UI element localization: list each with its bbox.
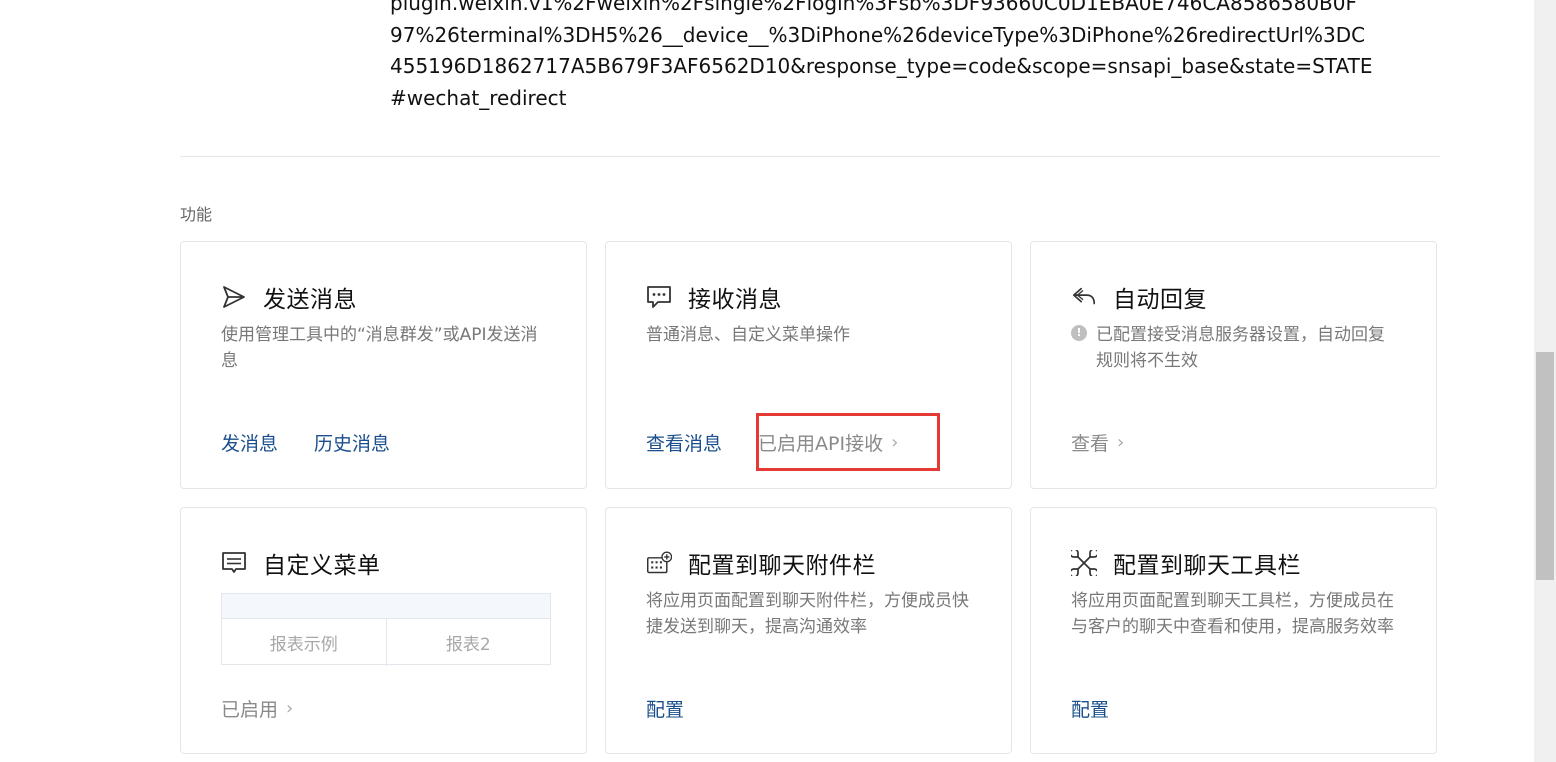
menu-enabled-link[interactable]: 已启用 › — [221, 695, 293, 722]
card-description: 将应用页面配置到聊天工具栏，方便成员在与客户的聊天中查看和使用，提高服务效率 — [1071, 591, 1394, 637]
section-label-features: 功能 — [180, 205, 213, 224]
url-line: #wechat_redirect — [390, 85, 567, 110]
card-title: 接收消息 — [688, 287, 782, 313]
chat-bubble-icon — [646, 284, 672, 310]
card-title: 发送消息 — [263, 287, 357, 313]
url-line: 455196D1862717A5B679F3AF6562D10&response… — [390, 54, 1373, 78]
card-description: 使用管理工具中的“消息群发”或API发送消息 — [221, 325, 538, 371]
view-auto-reply-link[interactable]: 查看 › — [1071, 429, 1124, 456]
menu-preview-header — [222, 594, 550, 619]
card-description: 将应用页面配置到聊天附件栏，方便成员快捷发送到聊天，提高沟通效率 — [646, 591, 969, 637]
send-icon — [221, 284, 247, 310]
card-chat-toolbar: 配置到聊天工具栏 将应用页面配置到聊天工具栏，方便成员在与客户的聊天中查看和使用… — [1030, 507, 1437, 754]
message-history-link[interactable]: 历史消息 — [314, 429, 390, 456]
card-receive-message: 接收消息 普通消息、自定义菜单操作 查看消息 已启用API接收 › — [605, 241, 1012, 489]
card-chat-attachment-bar: 配置到聊天附件栏 将应用页面配置到聊天附件栏，方便成员快捷发送到聊天，提高沟通效… — [605, 507, 1012, 754]
card-description: 普通消息、自定义菜单操作 — [646, 325, 850, 345]
redirect-url-text: plugin.weixin.v1%2Fweixin%2Fsingle%2Flog… — [390, 0, 1390, 114]
configure-attachment-link[interactable]: 配置 — [646, 695, 684, 722]
attachment-bar-icon — [646, 550, 672, 576]
card-send-message: 发送消息 使用管理工具中的“消息群发”或API发送消息 发消息 历史消息 — [180, 241, 587, 489]
url-line: plugin.weixin.v1%2Fweixin%2Fsingle%2Flog… — [390, 0, 1357, 15]
view-label: 查看 — [1071, 433, 1110, 455]
menu-preview-item: 报表示例 — [269, 635, 338, 655]
menu-preview: 报表示例 报表2 — [221, 593, 551, 666]
card-title: 自定义菜单 — [263, 553, 381, 579]
view-messages-link[interactable]: 查看消息 — [646, 429, 722, 456]
card-description: 已配置接受消息服务器设置，自动回复规则将不生效 — [1096, 325, 1385, 371]
card-title: 配置到聊天附件栏 — [688, 553, 876, 579]
menu-icon — [221, 550, 247, 576]
reply-icon — [1071, 284, 1097, 310]
highlight-box — [756, 413, 940, 471]
card-custom-menu: 自定义菜单 报表示例 报表2 已启用 › — [180, 507, 587, 754]
send-message-link[interactable]: 发消息 — [221, 429, 278, 456]
card-title: 配置到聊天工具栏 — [1113, 553, 1301, 579]
chevron-right-icon: › — [1117, 432, 1125, 453]
page-scrollbar[interactable] — [1534, 0, 1556, 762]
enabled-label: 已启用 — [221, 699, 279, 721]
toolbar-icon — [1071, 550, 1097, 576]
configure-toolbar-link[interactable]: 配置 — [1071, 695, 1109, 722]
menu-preview-item: 报表2 — [385, 619, 551, 666]
section-divider — [180, 156, 1440, 157]
card-auto-reply: 自动回复 ! 已配置接受消息服务器设置，自动回复规则将不生效 查看 › — [1030, 241, 1437, 489]
chevron-right-icon: › — [286, 698, 294, 719]
card-title: 自动回复 — [1113, 287, 1207, 313]
url-line: 97%26terminal%3DH5%26__device__%3DiPhone… — [390, 22, 1366, 47]
scrollbar-thumb[interactable] — [1536, 352, 1554, 580]
